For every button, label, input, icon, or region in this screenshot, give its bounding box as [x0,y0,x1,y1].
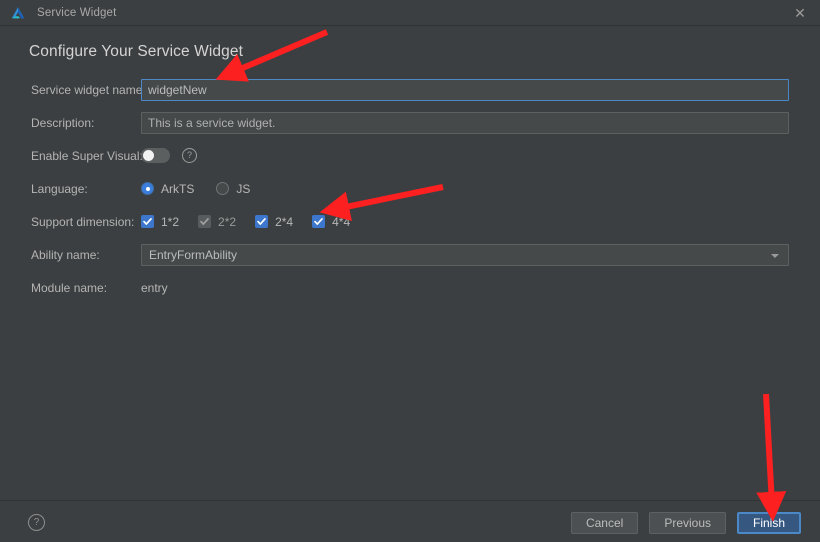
label-description: Description: [31,115,95,130]
row-ability-name: Ability name: EntryFormAbility [0,238,820,271]
row-support-dimension: Support dimension: 1*2 2*2 2*4 4*4 [0,205,820,238]
support-dimension-option-4x4-label: 4*4 [332,214,351,229]
dialog-content: Configure Your Service Widget Service wi… [0,26,820,500]
footer-button-group: Cancel Previous Finish [570,512,801,534]
language-option-js[interactable]: JS [216,182,250,196]
radio-icon [216,182,230,195]
radio-icon [141,182,154,195]
previous-button[interactable]: Previous [649,512,726,534]
support-dimension-option-2x2-label: 2*2 [218,214,237,229]
ability-name-value: EntryFormAbility [149,247,238,262]
deveco-logo-icon [11,6,25,18]
page-title: Configure Your Service Widget [29,43,243,60]
language-option-arkts[interactable]: ArkTS [141,182,194,196]
support-dimension-option-2x2: 2*2 [198,215,236,229]
row-enable-super-visual: Enable Super Visual: ? [0,139,820,172]
support-dimension-option-1x2[interactable]: 1*2 [141,215,179,229]
support-dimension-option-2x4-label: 2*4 [275,214,294,229]
configuration-form: Service widget name: Description: Enable… [0,73,820,304]
help-icon[interactable]: ? [28,514,45,531]
checkbox-checked-icon [255,215,269,228]
service-widget-dialog: Service Widget ✕ Configure Your Service … [0,0,820,542]
checkbox-checked-icon [141,215,154,228]
service-widget-name-input[interactable] [141,78,789,101]
row-language: Language: ArkTS JS [0,172,820,205]
super-visual-help-icon[interactable]: ? [182,148,197,163]
field-service-widget-name [141,78,789,101]
dialog-titlebar: Service Widget ✕ [0,0,820,26]
field-description [141,111,789,134]
field-support-dimension: 1*2 2*2 2*4 4*4 [141,215,369,229]
row-module-name: Module name: entry [0,271,820,304]
field-language: ArkTS JS [141,182,272,196]
label-language: Language: [31,181,88,196]
language-option-js-label: JS [236,181,251,196]
module-name-value: entry [141,280,168,295]
description-input[interactable] [141,111,789,134]
close-icon[interactable]: ✕ [792,5,808,21]
support-dimension-option-2x4[interactable]: 2*4 [255,215,293,229]
field-ability-name: EntryFormAbility [141,243,789,266]
finish-button[interactable]: Finish [737,512,801,534]
checkbox-checked-disabled-icon [198,215,212,228]
label-support-dimension: Support dimension: [31,214,135,229]
ability-name-dropdown[interactable]: EntryFormAbility [141,243,789,266]
dialog-title: Service Widget [37,6,117,19]
field-enable-super-visual: ? [141,148,197,163]
language-radio-group: ArkTS JS [141,182,272,196]
support-dimension-option-4x4[interactable]: 4*4 [312,215,350,229]
row-service-widget-name: Service widget name: [0,73,820,106]
chevron-down-icon [771,253,779,258]
row-description: Description: [0,106,820,139]
language-option-arkts-label: ArkTS [161,181,195,196]
label-ability-name: Ability name: [31,247,100,262]
toggle-knob [143,150,154,161]
enable-super-visual-toggle[interactable] [141,148,170,163]
label-service-widget-name: Service widget name: [31,82,146,97]
checkbox-checked-icon [312,215,326,228]
label-enable-super-visual: Enable Super Visual: [31,148,143,163]
field-module-name: entry [141,281,168,295]
cancel-button[interactable]: Cancel [570,512,639,534]
dialog-footer: ? Cancel Previous Finish [0,500,820,542]
support-dimension-option-1x2-label: 1*2 [161,214,180,229]
support-dimension-checkbox-group: 1*2 2*2 2*4 4*4 [141,215,369,229]
label-module-name: Module name: [31,280,108,295]
